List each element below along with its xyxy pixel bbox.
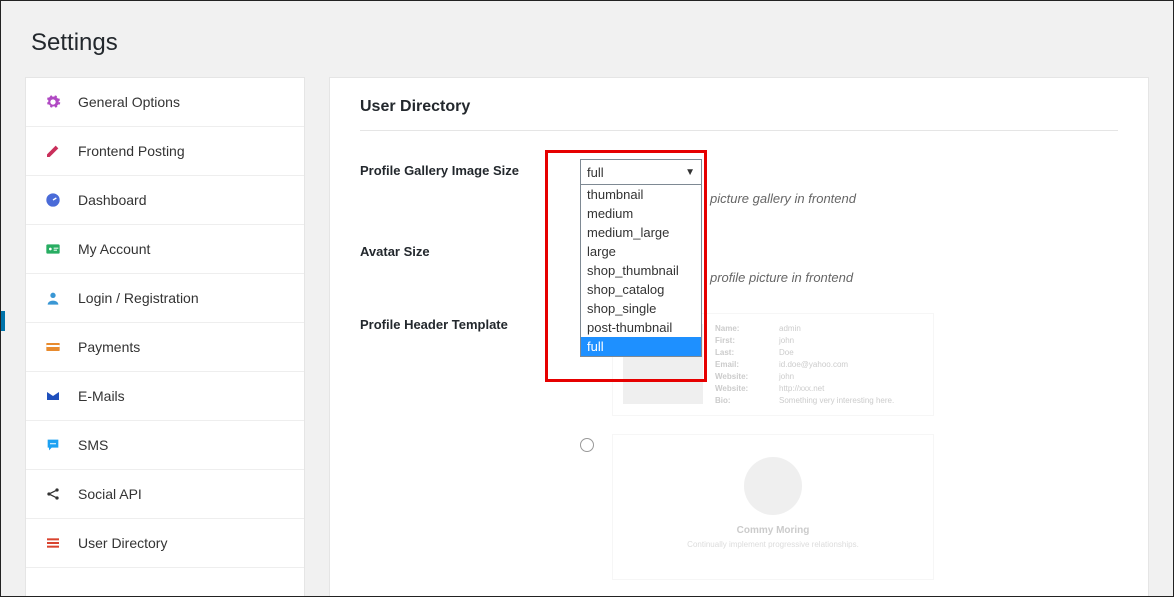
sidebar-item-user-directory[interactable]: User Directory bbox=[26, 519, 304, 568]
sidebar-item-label: Social API bbox=[78, 486, 142, 502]
sidebar-item-general-options[interactable]: General Options bbox=[26, 78, 304, 127]
share-icon bbox=[42, 486, 64, 502]
option-shop-single[interactable]: shop_single bbox=[581, 299, 701, 318]
template-radio-2[interactable] bbox=[580, 438, 594, 452]
option-medium[interactable]: medium bbox=[581, 204, 701, 223]
chat-icon bbox=[42, 437, 64, 453]
label-profile-header-template: Profile Header Template bbox=[360, 313, 580, 332]
option-thumbnail[interactable]: thumbnail bbox=[581, 185, 701, 204]
avatar-placeholder bbox=[744, 457, 802, 515]
option-large[interactable]: large bbox=[581, 242, 701, 261]
sidebar-item-frontend-posting[interactable]: Frontend Posting bbox=[26, 127, 304, 176]
select-value: full bbox=[587, 165, 604, 180]
sidebar-item-dashboard[interactable]: Dashboard bbox=[26, 176, 304, 225]
option-shop-thumbnail[interactable]: shop_thumbnail bbox=[581, 261, 701, 280]
id-card-icon bbox=[42, 241, 64, 257]
profile-gallery-image-size-dropdown: thumbnail medium medium_large large shop… bbox=[580, 185, 702, 357]
credit-card-icon bbox=[42, 339, 64, 355]
sidebar-item-social-api[interactable]: Social API bbox=[26, 470, 304, 519]
sidebar-item-my-account[interactable]: My Account bbox=[26, 225, 304, 274]
sidebar-item-label: General Options bbox=[78, 94, 180, 110]
chevron-down-icon: ▼ bbox=[685, 167, 695, 178]
sidebar-item-label: My Account bbox=[78, 241, 150, 257]
sidebar-item-label: Dashboard bbox=[78, 192, 147, 208]
list-icon bbox=[42, 535, 64, 551]
section-title: User Directory bbox=[360, 98, 1118, 131]
preview-subtitle: Continually implement progressive relati… bbox=[643, 540, 903, 549]
page-title: Settings bbox=[1, 1, 1173, 77]
sidebar-item-label: SMS bbox=[78, 437, 108, 453]
sidebar-item-emails[interactable]: E-Mails bbox=[26, 372, 304, 421]
template-preview-2[interactable]: Commy Moring Continually implement progr… bbox=[612, 434, 934, 580]
sidebar-item-payments[interactable]: Payments bbox=[26, 323, 304, 372]
gear-icon bbox=[42, 94, 64, 110]
sidebar-item-label: E-Mails bbox=[78, 388, 125, 404]
option-post-thumbnail[interactable]: post-thumbnail bbox=[581, 318, 701, 337]
user-icon bbox=[42, 290, 64, 306]
option-medium-large[interactable]: medium_large bbox=[581, 223, 701, 242]
sidebar-item-label: Payments bbox=[78, 339, 140, 355]
label-profile-gallery-image-size: Profile Gallery Image Size bbox=[360, 159, 580, 178]
option-shop-catalog[interactable]: shop_catalog bbox=[581, 280, 701, 299]
profile-fields: Name:admin First:john Last:Doe Email:id.… bbox=[715, 324, 894, 405]
preview-name: Commy Moring bbox=[643, 525, 903, 536]
sidebar-item-sms[interactable]: SMS bbox=[26, 421, 304, 470]
label-avatar-size: Avatar Size bbox=[360, 240, 580, 259]
settings-sidebar: General Options Frontend Posting Dashboa… bbox=[25, 77, 305, 597]
sidebar-item-label: Login / Registration bbox=[78, 290, 199, 306]
dashboard-icon bbox=[42, 192, 64, 208]
main-panel: User Directory Profile Gallery Image Siz… bbox=[329, 77, 1149, 597]
mail-icon bbox=[42, 388, 64, 404]
profile-gallery-image-size-select[interactable]: full ▼ bbox=[580, 159, 702, 185]
sidebar-item-login-registration[interactable]: Login / Registration bbox=[26, 274, 304, 323]
edit-icon bbox=[42, 143, 64, 159]
sidebar-item-label: Frontend Posting bbox=[78, 143, 185, 159]
sidebar-item-label: User Directory bbox=[78, 535, 167, 551]
option-full[interactable]: full bbox=[581, 337, 701, 356]
